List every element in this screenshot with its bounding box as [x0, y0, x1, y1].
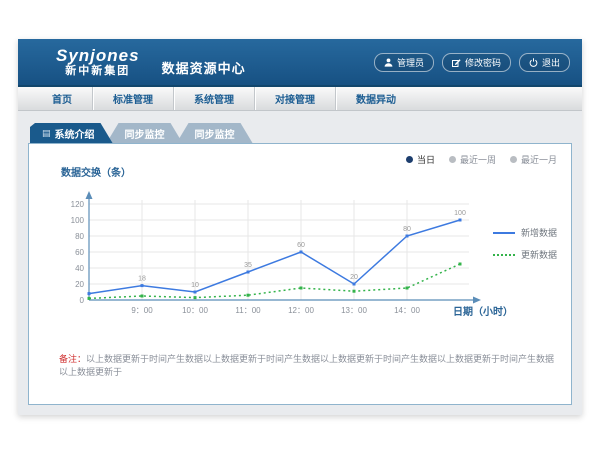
user-button[interactable]: 管理员 [374, 53, 434, 72]
tab-sync-monitor-2[interactable]: 同步监控 [177, 123, 253, 143]
tab-label: 同步监控 [125, 126, 165, 141]
legend-item-update-data: 更新数据 [493, 248, 557, 261]
main-nav: 首页 标准管理 系统管理 对接管理 数据异动 [18, 87, 582, 111]
radio-dot-icon [510, 156, 517, 163]
svg-text:18: 18 [138, 276, 146, 283]
svg-text:12：00: 12：00 [288, 306, 314, 315]
change-password-label: 修改密码 [465, 56, 501, 69]
app-window: Synjones 新中新集团 数据资源中心 管理员 修改密码 退出 [18, 39, 582, 415]
page-title: 数据资源中心 [162, 58, 246, 77]
filter-option-label: 当日 [417, 153, 435, 166]
radio-dot-icon [449, 156, 456, 163]
nav-item-home[interactable]: 首页 [32, 87, 92, 110]
filter-option-last-week[interactable]: 最近一周 [449, 153, 496, 166]
tab-system-intro[interactable]: ▤ 系统介绍 [30, 123, 113, 143]
power-icon [529, 58, 538, 67]
tab-label: 同步监控 [195, 126, 235, 141]
header-actions: 管理员 修改密码 退出 [374, 53, 570, 72]
edit-icon [452, 58, 461, 67]
svg-text:60: 60 [297, 242, 305, 249]
nav-item-interface-mgmt[interactable]: 对接管理 [254, 87, 335, 110]
svg-text:100: 100 [454, 210, 466, 217]
radio-dot-icon [406, 156, 413, 163]
series-legend: 新增数据 更新数据 [493, 226, 557, 261]
svg-text:35: 35 [244, 262, 252, 269]
content-area: ▤ 系统介绍 同步监控 同步监控 当日 最近一周 [18, 111, 582, 413]
svg-text:14：00: 14：00 [394, 306, 420, 315]
x-axis-label: 日期（小时） [453, 303, 513, 318]
user-button-label: 管理员 [397, 56, 424, 69]
filter-option-today[interactable]: 当日 [406, 153, 435, 166]
document-icon: ▤ [42, 128, 51, 139]
svg-text:60: 60 [75, 248, 84, 257]
svg-text:0: 0 [80, 296, 85, 305]
footnote: 备注：以上数据更新于时间产生数据以上数据更新于时间产生数据以上数据更新于时间产生… [59, 352, 559, 378]
user-icon [384, 58, 393, 67]
svg-text:100: 100 [71, 216, 85, 225]
brand-company-name: 新中新集团 [65, 66, 130, 77]
line-chart: 0 20 40 60 80 100 120 9：00 10：00 11：00 12：00 13：00 1… [49, 188, 499, 328]
app-header: Synjones 新中新集团 数据资源中心 管理员 修改密码 退出 [18, 39, 582, 87]
tab-bar: ▤ 系统介绍 同步监控 同步监控 [28, 123, 572, 143]
logout-button[interactable]: 退出 [519, 53, 570, 72]
footnote-text: 以上数据更新于时间产生数据以上数据更新于时间产生数据以上数据更新于时间产生数据以… [59, 354, 554, 377]
legend-item-new-data: 新增数据 [493, 226, 557, 239]
logout-label: 退出 [542, 56, 560, 69]
brand-logo: Synjones 新中新集团 [56, 47, 140, 77]
change-password-button[interactable]: 修改密码 [442, 53, 511, 72]
svg-text:9：00: 9：00 [131, 306, 153, 315]
solid-line-swatch-icon [493, 232, 515, 234]
legend-label: 更新数据 [521, 248, 557, 261]
svg-text:20: 20 [350, 274, 358, 281]
brand-logo-text: Synjones [56, 47, 140, 64]
y-axis-label: 数据交换（条） [61, 164, 131, 179]
tab-sync-monitor-1[interactable]: 同步监控 [107, 123, 183, 143]
filter-option-last-month[interactable]: 最近一月 [510, 153, 557, 166]
nav-item-data-change[interactable]: 数据异动 [335, 87, 416, 110]
nav-item-system-mgmt[interactable]: 系统管理 [173, 87, 254, 110]
svg-text:80: 80 [75, 232, 84, 241]
chart-panel: 当日 最近一周 最近一月 数据交换（条） 0 20 40 60 80 100 120 9：00… [28, 143, 572, 405]
filter-option-label: 最近一周 [460, 153, 496, 166]
nav-item-standard-mgmt[interactable]: 标准管理 [92, 87, 173, 110]
tab-label: 系统介绍 [55, 126, 95, 141]
time-range-filter: 当日 最近一周 最近一月 [406, 153, 557, 166]
svg-text:11：00: 11：00 [235, 306, 261, 315]
legend-label: 新增数据 [521, 226, 557, 239]
svg-text:10：00: 10：00 [182, 306, 208, 315]
svg-text:120: 120 [71, 200, 85, 209]
dotted-line-swatch-icon [493, 254, 515, 256]
footnote-label: 备注： [59, 354, 86, 364]
svg-text:40: 40 [75, 264, 84, 273]
filter-option-label: 最近一月 [521, 153, 557, 166]
svg-text:80: 80 [403, 226, 411, 233]
svg-text:13：00: 13：00 [341, 306, 367, 315]
svg-text:10: 10 [191, 282, 199, 289]
svg-text:20: 20 [75, 280, 84, 289]
